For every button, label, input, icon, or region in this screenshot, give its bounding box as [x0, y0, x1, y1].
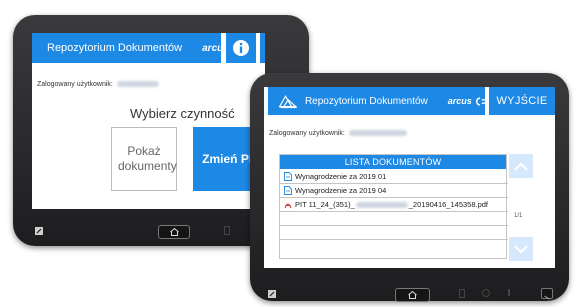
document-title-prefix: PIT 11_24_(351)_ — [295, 200, 355, 209]
power-icon — [544, 295, 550, 300]
app-title: Repozytorium Dokumentów — [304, 95, 428, 107]
chevron-up-icon — [514, 161, 528, 171]
chevron-down-icon — [514, 244, 528, 254]
prompt-text: Wybierz czynność — [130, 106, 235, 121]
app-header: Repozytorium Dokumentów arcus — [264, 87, 485, 115]
document-row-1[interactable]: Wynagrodzenie za 2019 01 — [280, 170, 508, 184]
documents-panel: LISTA DOKUMENTÓW Wynagrodzenie za 2019 0… — [279, 154, 508, 259]
home-icon — [408, 291, 417, 299]
logout-button[interactable] — [260, 33, 265, 63]
document-row-2[interactable]: Wynagrodzenie za 2019 04 — [280, 184, 508, 198]
document-row-3[interactable]: PIT 11_24_(351)_ _20190416_145358.pdf — [280, 198, 508, 212]
documents-header: LISTA DOKUMENTÓW — [280, 155, 506, 169]
home-icon — [169, 228, 179, 236]
user-name-redacted — [116, 81, 159, 88]
document-row-empty — [280, 226, 508, 240]
documents-header-label: LISTA DOKUMENTÓW — [344, 157, 442, 167]
document-row-empty — [280, 212, 508, 226]
exit-button[interactable]: WYJŚCIE — [489, 87, 555, 115]
arcus-logo: arcus — [447, 96, 472, 106]
logged-user-row: Zalogowany użytkownik: — [269, 130, 407, 137]
nfc-icon — [268, 290, 276, 298]
logged-user-label: Zalogowany użytkownik: — [37, 81, 113, 88]
show-documents-label: Pokaż dokumenty — [118, 144, 177, 173]
document-icon — [284, 172, 292, 181]
screen-main-menu: Repozytorium Dokumentów arcus Zalogowany… — [32, 33, 265, 209]
document-title: Wynagrodzenie za 2019 04 — [295, 186, 387, 195]
home-button[interactable] — [158, 225, 190, 239]
info-button[interactable] — [226, 33, 256, 63]
repository-logo-icon — [278, 94, 298, 108]
show-documents-button[interactable]: Pokaż dokumenty — [111, 127, 177, 191]
camera-icon — [224, 226, 230, 235]
speaker-icon — [482, 289, 490, 297]
scroll-down-button[interactable] — [509, 237, 533, 261]
scroll-up-button[interactable] — [509, 154, 533, 178]
screen-document-list: Repozytorium Dokumentów arcus WYJŚCIE Za… — [264, 87, 555, 268]
info-icon — [233, 40, 249, 56]
arcus-logo-mark — [475, 96, 485, 106]
power-button[interactable] — [541, 288, 553, 300]
header-accent-bar — [264, 87, 268, 115]
pdf-icon — [284, 203, 292, 209]
logged-user-row: Zalogowany użytkownik: — [37, 81, 159, 88]
camera-icon — [459, 289, 465, 298]
status-led-icon — [508, 289, 510, 296]
document-title: Wynagrodzenie za 2019 01 — [295, 172, 387, 181]
employee-name-redacted — [355, 201, 408, 208]
document-title-suffix: _20190416_145358.pdf — [408, 200, 489, 209]
exit-label: WYJŚCIE — [496, 95, 548, 107]
app-header: Repozytorium Dokumentów arcus — [32, 33, 229, 63]
document-icon — [284, 186, 292, 195]
app-title: Repozytorium Dokumentów — [47, 42, 183, 54]
home-button[interactable] — [395, 288, 430, 302]
nfc-icon — [35, 227, 43, 235]
arcus-logo: arcus — [202, 42, 229, 54]
page-indicator: 1/1 — [514, 213, 523, 219]
logged-user-label: Zalogowany użytkownik: — [269, 130, 345, 137]
user-name-redacted — [348, 130, 407, 137]
tablet-front: Repozytorium Dokumentów arcus WYJŚCIE Za… — [250, 73, 569, 302]
